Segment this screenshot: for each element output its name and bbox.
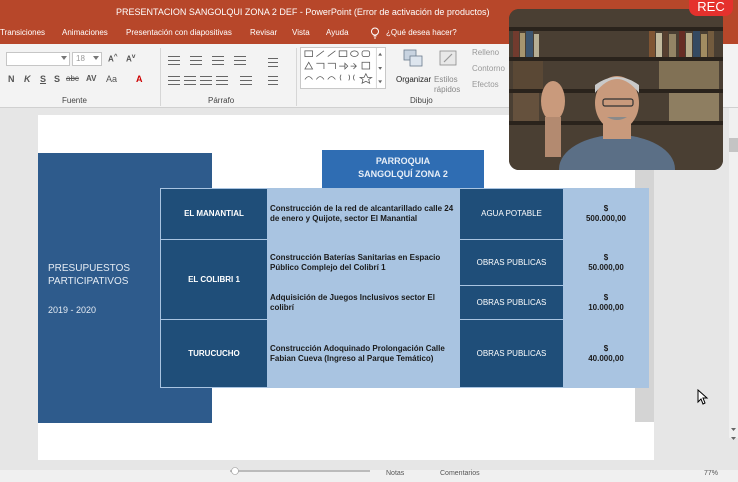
table-row-name: TURUCUCHO (161, 320, 267, 387)
underline-button[interactable]: S (40, 74, 46, 84)
rec-badge: REC (689, 0, 733, 16)
table-row-description: Adquisición de Juegos Inclusivos sector … (268, 286, 459, 319)
table-row-category: OBRAS PUBLICAS (460, 320, 563, 387)
organize-button[interactable]: Organizar (396, 48, 432, 84)
shapes-gallery[interactable] (300, 47, 386, 89)
tab-transiciones[interactable]: Transiciones (0, 28, 45, 37)
shadow-button[interactable]: S (54, 74, 60, 84)
tab-revisar[interactable]: Revisar (250, 28, 277, 37)
lightbulb-icon (371, 27, 379, 39)
scroll-arrows-icon[interactable] (729, 425, 738, 443)
left-panel-title-line2: PARTICIPATIVOS (48, 276, 129, 287)
table-row-amount: $ 50.000,00 (564, 240, 648, 285)
comments-button[interactable]: Comentarios (440, 470, 480, 477)
left-panel-years: 2019 - 2020 (48, 305, 97, 315)
font-color-button[interactable]: A (136, 74, 143, 84)
powerpoint-window: PRESENTACION SANGOLQUI ZONA 2 DEF - Powe… (0, 0, 738, 482)
justify-icon[interactable] (216, 76, 228, 85)
align-left-icon[interactable] (168, 76, 180, 85)
font-name-combo[interactable] (6, 52, 70, 66)
bold-button[interactable]: N (8, 74, 15, 84)
webcam-video (509, 9, 723, 170)
table-row-name: EL MANANTIAL (161, 189, 267, 239)
organize-label: Organizar (396, 75, 432, 84)
parish-header-line2: SANGOLQUÍ ZONA 2 (358, 169, 448, 179)
table-row-description: Construcción Baterías Sanitarias en Espa… (268, 240, 459, 285)
organize-icon (403, 49, 423, 67)
chevron-down-icon (61, 56, 67, 60)
strikethrough-button[interactable]: abc (66, 74, 79, 83)
group-label-dibujo: Dibujo (410, 96, 433, 105)
numbering-icon[interactable] (190, 56, 202, 65)
table-row-description: Construcción Adoquinado Prolongación Cal… (268, 320, 459, 387)
decrease-indent-icon[interactable] (212, 56, 224, 65)
font-size-combo[interactable]: 18 (72, 52, 102, 66)
group-separator (160, 48, 161, 106)
table-row-category: AGUA POTABLE (460, 189, 563, 239)
table-row-category: OBRAS PUBLICAS (460, 286, 563, 319)
media-progress-bar[interactable] (230, 467, 370, 475)
parish-header-line1: PARROQUIA (375, 156, 431, 166)
currency-symbol: $ (603, 343, 609, 353)
tab-vista[interactable]: Vista (292, 28, 310, 37)
table-row-category: OBRAS PUBLICAS (460, 240, 563, 285)
text-direction-icon[interactable] (268, 58, 278, 67)
currency-symbol: $ (603, 204, 609, 213)
align-text-icon[interactable] (268, 76, 278, 85)
tab-presentacion[interactable]: Presentación con diapositivas (126, 28, 232, 37)
group-label-parrafo: Párrafo (208, 96, 235, 105)
increase-indent-icon[interactable] (234, 56, 246, 65)
change-case-button[interactable]: Aa (106, 74, 117, 84)
shape-effects-button[interactable]: Efectos (472, 80, 499, 89)
left-panel-title-line1: PRESUPUESTOS (48, 263, 131, 274)
italic-button[interactable]: K (24, 74, 31, 84)
window-title: PRESENTACION SANGOLQUI ZONA 2 DEF - Powe… (116, 7, 490, 17)
shape-outline-button[interactable]: Contorno (472, 64, 505, 73)
group-separator (296, 48, 297, 106)
parish-header: PARROQUIA SANGOLQUÍ ZONA 2 (322, 150, 484, 188)
vertical-scroll-thumb[interactable] (729, 138, 738, 152)
table-row-amount: $ 500.000,00 (564, 189, 648, 239)
group-label-fuente: Fuente (62, 96, 87, 105)
bullets-icon[interactable] (168, 56, 180, 65)
quick-styles-button[interactable]: Estilos rápidos (434, 48, 464, 95)
char-spacing-button[interactable]: AV (86, 74, 97, 83)
amount-value: 40.000,00 (588, 353, 624, 363)
notes-button[interactable]: Notas (386, 470, 404, 477)
zoom-level[interactable]: 77% (704, 470, 718, 477)
webcam-scene (509, 9, 723, 170)
shape-fill-button[interactable]: Relleno (472, 48, 499, 57)
amount-value: 500.000,00 (585, 214, 627, 223)
chevron-down-icon (93, 56, 99, 60)
font-size-value: 18 (76, 54, 85, 63)
align-center-icon[interactable] (184, 76, 196, 85)
styles-icon (439, 50, 457, 66)
tell-me-search[interactable]: ¿Qué desea hacer? (386, 28, 457, 37)
increase-font-icon[interactable]: A^ (108, 53, 118, 64)
currency-symbol: $ (603, 252, 609, 262)
vertical-scrollbar[interactable] (729, 108, 738, 438)
status-bar: Notas Comentarios 77% (0, 467, 738, 482)
columns-icon[interactable] (240, 76, 252, 85)
decrease-font-icon[interactable]: Av (126, 53, 135, 64)
tab-ayuda[interactable]: Ayuda (326, 28, 349, 37)
table-row-amount: $ 40.000,00 (564, 320, 648, 387)
table-row-description: Construcción de la red de alcantarillado… (268, 189, 459, 239)
amount-value: 50.000,00 (588, 262, 624, 272)
tab-animaciones[interactable]: Animaciones (62, 28, 108, 37)
currency-symbol: $ (603, 292, 609, 302)
styles-label: Estilos rápidos (434, 75, 461, 94)
table-row-amount: $ 10.000,00 (564, 286, 648, 319)
amount-value: 10.000,00 (588, 302, 624, 312)
align-right-icon[interactable] (200, 76, 212, 85)
table-row-name: EL COLIBRI 1 (161, 240, 267, 319)
mouse-cursor-icon (697, 389, 709, 405)
